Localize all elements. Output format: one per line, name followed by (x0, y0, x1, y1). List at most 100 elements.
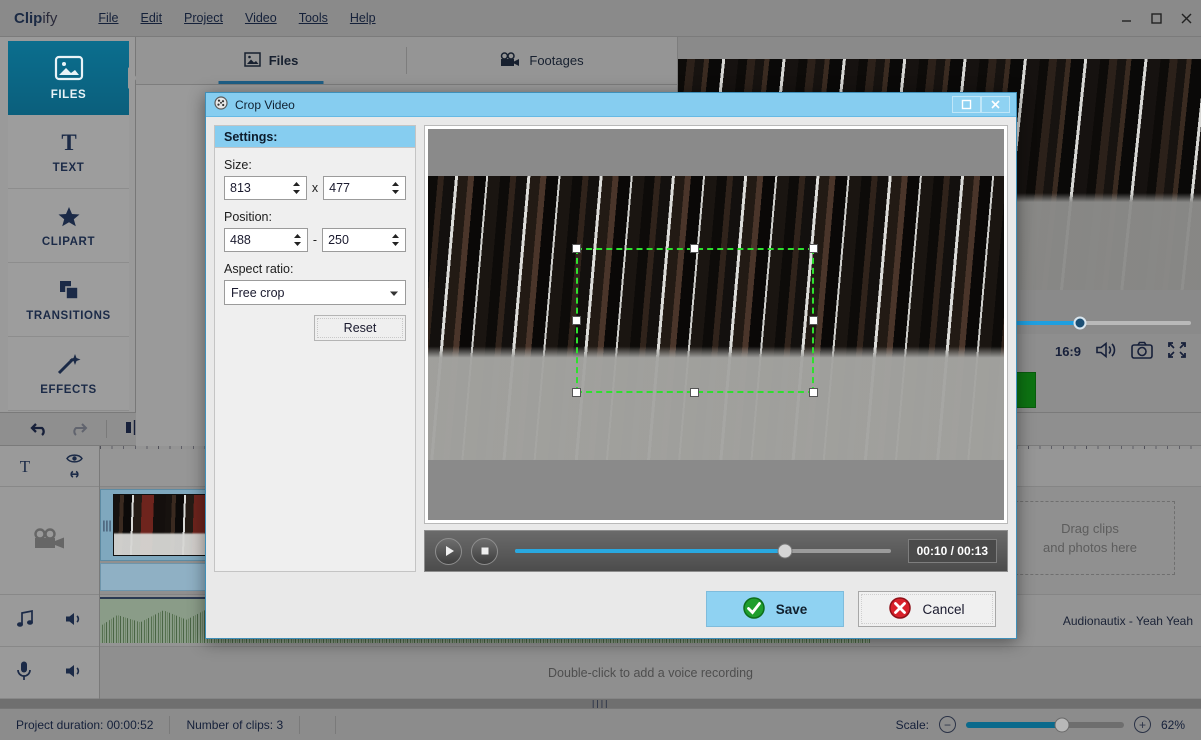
speaker-icon[interactable] (64, 663, 84, 682)
aspect-ratio-select[interactable]: Free crop (224, 280, 406, 305)
track-header-video[interactable] (0, 487, 99, 595)
sidebar-item-label: CLIPART (41, 235, 96, 248)
crop-handle-bottom-center[interactable] (690, 388, 699, 397)
x-circle-icon (889, 596, 912, 622)
scrubber-handle[interactable] (1073, 316, 1087, 330)
app-titlebar: Clipify File Edit Project Video Tools He… (0, 0, 1201, 37)
track-header-voice[interactable] (0, 647, 99, 699)
crop-handle-bottom-right[interactable] (809, 388, 818, 397)
player-time-display: 00:10 / 00:13 (907, 539, 997, 563)
tab-files[interactable]: Files (136, 37, 406, 84)
size-width-value: 813 (230, 181, 251, 195)
size-height-input[interactable]: 477 (323, 176, 406, 200)
sidebar-item-label: TEXT (52, 161, 85, 174)
size-width-input[interactable]: 813 (224, 176, 307, 200)
undo-arrow-icon[interactable] (30, 421, 50, 437)
cancel-button-label: Cancel (922, 601, 965, 617)
menu-file[interactable]: File (87, 7, 129, 29)
tab-label: Files (268, 53, 299, 68)
dialog-preview-column: 00:10 / 00:13 (424, 125, 1008, 572)
star-icon (56, 204, 82, 228)
minus-circle-icon[interactable]: − (938, 716, 956, 733)
project-duration: Project duration: 00:00:52 (0, 715, 171, 734)
track-header-music[interactable] (0, 595, 99, 647)
menu-video[interactable]: Video (234, 7, 288, 29)
crop-handle-top-left[interactable] (572, 244, 581, 253)
menu-help[interactable]: Help (339, 7, 387, 29)
player-progress-handle[interactable] (777, 543, 793, 559)
image-icon (54, 55, 84, 81)
sidebar-item-effects[interactable]: EFFECTS (8, 337, 129, 411)
lane-voice[interactable]: Double-click to add a voice recording (100, 647, 1201, 699)
expand-icon[interactable] (1167, 341, 1187, 362)
dialog-player-bar: 00:10 / 00:13 (424, 530, 1008, 572)
tab-bar: Files Footages (136, 37, 677, 85)
dropzone-line-1: Drag clips (1061, 520, 1119, 536)
crop-handle-middle-left[interactable] (572, 315, 581, 325)
position-x-input[interactable]: 488 (224, 228, 308, 252)
sidebar-item-clipart[interactable]: CLIPART (8, 189, 129, 263)
close-icon[interactable] (981, 96, 1010, 113)
maximize-icon[interactable] (1141, 6, 1171, 30)
sidebar-item-files[interactable]: FILES (8, 41, 129, 115)
camera-icon[interactable] (1131, 341, 1153, 362)
tab-footages[interactable]: Footages (407, 37, 677, 84)
plus-circle-icon[interactable]: + (1133, 716, 1151, 733)
aspect-ratio-label[interactable]: 16:9 (1055, 344, 1081, 359)
status-spacer (300, 715, 337, 734)
video-camera-icon (500, 51, 521, 70)
app-logo: Clipify (14, 9, 58, 27)
minimize-icon[interactable] (1111, 6, 1141, 30)
clip-grip-handle[interactable]: ||| (101, 518, 113, 532)
scale-slider-handle[interactable] (1054, 717, 1070, 732)
crop-preview-area[interactable] (424, 125, 1008, 524)
crop-handle-top-right[interactable] (809, 244, 818, 253)
menu-edit[interactable]: Edit (130, 7, 174, 29)
spinner-arrows[interactable] (391, 181, 400, 195)
dialog-body: Settings: Size: 813 x 477 Position: 488 … (206, 117, 1016, 580)
speaker-icon[interactable] (64, 611, 84, 630)
track-header-text[interactable]: T (0, 449, 99, 487)
eye-icon[interactable] (66, 453, 83, 467)
dialog-title: Crop Video (235, 97, 295, 112)
microphone-icon (15, 660, 33, 685)
sidebar-item-label: FILES (50, 89, 87, 101)
crop-video-icon (214, 96, 228, 113)
size-label: Size: (224, 158, 252, 172)
crop-handle-top-center[interactable] (690, 244, 699, 253)
restore-icon[interactable] (952, 96, 981, 113)
save-button[interactable]: Save (706, 591, 844, 627)
cancel-button[interactable]: Cancel (858, 591, 996, 627)
image-icon (243, 51, 261, 70)
sidebar-item-text[interactable]: T TEXT (8, 115, 129, 189)
reset-button[interactable]: Reset (314, 315, 406, 341)
player-progress-track[interactable] (515, 543, 891, 559)
close-icon[interactable] (1171, 6, 1201, 30)
text-t-icon: T (56, 130, 82, 154)
dropzone[interactable]: Drag clips and photos here (1005, 501, 1175, 575)
toolbar-divider (106, 420, 107, 438)
sidebar-item-transitions[interactable]: TRANSITIONS (8, 263, 129, 337)
crop-selection-rectangle[interactable] (572, 244, 818, 397)
play-icon[interactable] (435, 537, 462, 565)
redo-arrow-icon[interactable] (68, 421, 88, 437)
settings-fields: Size: 813 x 477 Position: 488 - 250 Aspe… (215, 148, 415, 351)
link-icon[interactable] (66, 468, 83, 483)
menu-project[interactable]: Project (173, 7, 234, 29)
stop-icon[interactable] (471, 537, 498, 565)
size-separator: x (311, 181, 319, 195)
crop-handle-middle-right[interactable] (809, 315, 818, 325)
spinner-arrows[interactable] (293, 233, 302, 247)
spinner-arrows[interactable] (391, 233, 400, 247)
crop-video-canvas[interactable] (428, 129, 1004, 520)
voice-recording-hint: Double-click to add a voice recording (548, 665, 753, 680)
speaker-icon[interactable] (1095, 341, 1117, 362)
menu-tools[interactable]: Tools (288, 7, 339, 29)
spinner-arrows[interactable] (292, 181, 301, 195)
scale-slider-track[interactable] (965, 717, 1124, 732)
dialog-titlebar: Crop Video (206, 93, 1016, 117)
crop-handle-bottom-left[interactable] (572, 388, 581, 397)
dialog-window-controls (952, 96, 1016, 113)
position-y-input[interactable]: 250 (322, 228, 407, 252)
svg-text:T: T (61, 130, 76, 154)
